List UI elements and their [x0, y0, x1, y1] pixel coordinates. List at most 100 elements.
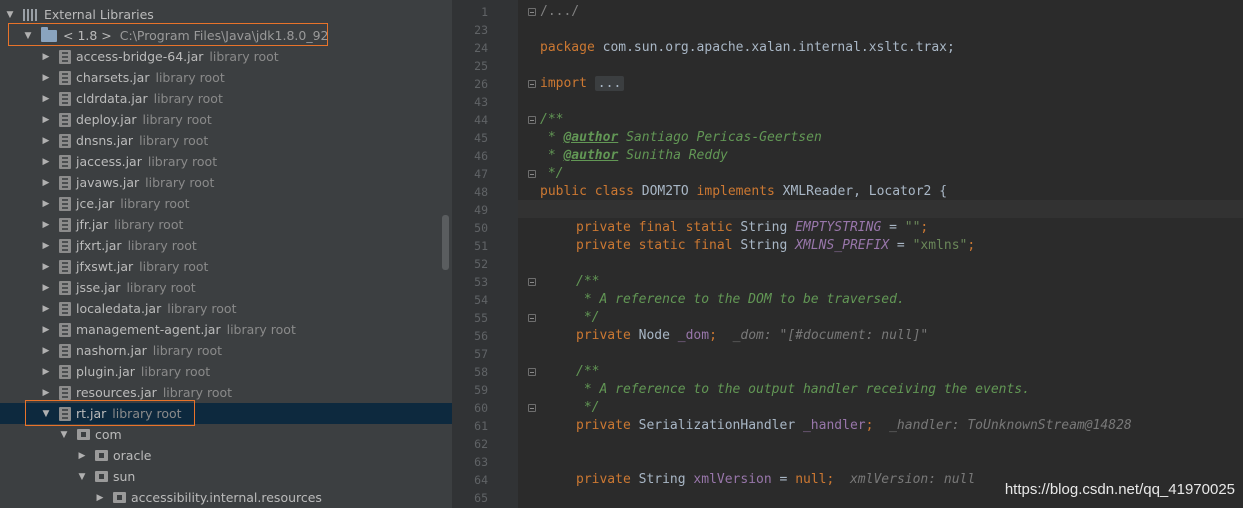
tree-jar-row[interactable]: ▶ resources.jar library root	[0, 382, 452, 403]
tree-jar-row[interactable]: ▶ javaws.jar library root	[0, 172, 452, 193]
jar-name: localedata.jar	[76, 301, 162, 316]
expand-arrow-icon[interactable]: ▼	[40, 409, 52, 419]
package-icon	[77, 429, 90, 440]
tree-jar-row[interactable]: ▶ cldrdata.jar library root	[0, 88, 452, 109]
folded-comment[interactable]: /.../	[540, 4, 579, 19]
tree-scrollbar[interactable]	[442, 215, 449, 270]
jar-name: javaws.jar	[76, 175, 140, 190]
field-name: _handler	[802, 418, 866, 433]
collapse-arrow-icon[interactable]: ▶	[40, 178, 52, 188]
expand-arrow-icon[interactable]: ▼	[4, 10, 16, 20]
tree-jar-row[interactable]: ▶ jaccess.jar library root	[0, 151, 452, 172]
collapse-arrow-icon[interactable]: ▶	[40, 220, 52, 230]
tree-jar-row[interactable]: ▶ access-bridge-64.jar library root	[0, 46, 452, 67]
doc-comment: /**	[540, 112, 564, 127]
tree-package-com[interactable]: ▼ com	[0, 424, 452, 445]
code-line-48: public class DOM2TO implements XMLReader…	[540, 183, 947, 201]
keyword: private	[576, 328, 631, 343]
code-line-59: * A reference to the output handler rece…	[576, 381, 1030, 399]
tree-jar-row[interactable]: ▶ jfxrt.jar library root	[0, 235, 452, 256]
tree-package-oracle[interactable]: ▶ oracle	[0, 445, 452, 466]
tree-jar-row[interactable]: ▶ localedata.jar library root	[0, 298, 452, 319]
project-tree: ▼ External Libraries ▼ < 1.8 > C:\Progra…	[0, 0, 452, 508]
semicolon: ;	[967, 238, 976, 253]
jar-icon	[59, 238, 71, 253]
collapse-arrow-icon[interactable]: ▶	[94, 493, 106, 503]
doc-comment: Sunitha Reddy	[618, 148, 728, 163]
collapse-arrow-icon[interactable]: ▶	[40, 346, 52, 356]
collapse-arrow-icon[interactable]: ▶	[40, 283, 52, 293]
tree-sdk-node[interactable]: ▼ < 1.8 > C:\Program Files\Java\jdk1.8.0…	[0, 25, 452, 46]
collapse-arrow-icon[interactable]: ▶	[40, 262, 52, 272]
collapse-arrow-icon[interactable]: ▶	[40, 241, 52, 251]
line-number: 54	[474, 293, 488, 307]
semicolon: ;	[826, 472, 835, 487]
collapse-arrow-icon[interactable]: ▶	[40, 94, 52, 104]
collapse-arrow-icon[interactable]: ▶	[40, 325, 52, 335]
doc-comment: */	[540, 166, 564, 181]
tree-jar-rt[interactable]: ▼ rt.jar library root	[0, 403, 452, 424]
line-number: 47	[474, 167, 488, 181]
tree-jar-row[interactable]: ▶ jce.jar library root	[0, 193, 452, 214]
tree-jar-row[interactable]: ▶ jsse.jar library root	[0, 277, 452, 298]
jar-icon	[59, 364, 71, 379]
tree-jar-row[interactable]: ▶ dnsns.jar library root	[0, 130, 452, 151]
doc-tag: @author	[563, 148, 619, 163]
collapse-arrow-icon[interactable]: ▶	[76, 451, 88, 461]
code-line-46: * @author Sunitha Reddy	[540, 147, 728, 165]
jar-kind: library root	[209, 49, 279, 64]
package-name: oracle	[113, 448, 152, 463]
type-name: Node	[630, 328, 678, 343]
collapse-arrow-icon[interactable]: ▶	[40, 304, 52, 314]
expand-arrow-icon[interactable]: ▼	[58, 430, 70, 440]
tree-jar-row[interactable]: ▶ management-agent.jar library root	[0, 319, 452, 340]
tree-jar-row[interactable]: ▶ jfr.jar library root	[0, 214, 452, 235]
fold-marker-icon[interactable]	[528, 170, 536, 178]
code-line-24: package com.sun.org.apache.xalan.interna…	[540, 39, 955, 57]
collapse-arrow-icon[interactable]: ▶	[40, 136, 52, 146]
fold-marker-icon[interactable]	[528, 404, 536, 412]
code-line-50: private final static String EMPTYSTRING …	[576, 219, 928, 237]
collapse-arrow-icon[interactable]: ▶	[40, 388, 52, 398]
line-number: 62	[474, 437, 488, 451]
line-number: 51	[474, 239, 488, 253]
collapse-arrow-icon[interactable]: ▶	[40, 199, 52, 209]
jar-name: charsets.jar	[76, 70, 150, 85]
type-name: String	[732, 238, 796, 253]
fold-marker-icon[interactable]	[528, 116, 536, 124]
tree-jar-row[interactable]: ▶ plugin.jar library root	[0, 361, 452, 382]
line-number: 58	[474, 365, 488, 379]
collapse-arrow-icon[interactable]: ▶	[40, 115, 52, 125]
jar-icon	[59, 385, 71, 400]
folded-imports[interactable]: ...	[594, 76, 625, 91]
expand-arrow-icon[interactable]: ▼	[22, 31, 34, 41]
package-name: com	[95, 427, 122, 442]
debug-inline-value: _dom: "[#document: null]"	[732, 328, 929, 343]
tree-jar-row[interactable]: ▶ jfxswt.jar library root	[0, 256, 452, 277]
fold-marker-icon[interactable]	[528, 8, 536, 16]
fold-marker-icon[interactable]	[528, 314, 536, 322]
sdk-label: < 1.8 >	[63, 28, 112, 43]
code-editor[interactable]: 1 23 24 25 26 43 44 45 46 47 48 49 50 51 52 53 54 55 56 57 5…	[452, 0, 1243, 508]
jar-kind: library root	[145, 175, 215, 190]
tree-external-libraries[interactable]: ▼ External Libraries	[0, 4, 452, 25]
collapse-arrow-icon[interactable]: ▶	[40, 52, 52, 62]
tree-jar-row[interactable]: ▶ charsets.jar library root	[0, 67, 452, 88]
tree-package-sun[interactable]: ▼ sun	[0, 466, 452, 487]
tree-jar-row[interactable]: ▶ nashorn.jar library root	[0, 340, 452, 361]
collapse-arrow-icon[interactable]: ▶	[40, 73, 52, 83]
fold-marker-icon[interactable]	[528, 368, 536, 376]
field-name: EMPTYSTRING	[795, 220, 882, 235]
collapse-arrow-icon[interactable]: ▶	[40, 157, 52, 167]
fold-marker-icon[interactable]	[528, 278, 536, 286]
line-number: 44	[474, 113, 488, 127]
watermark-url: https://blog.csdn.net/qq_41970025	[1004, 481, 1235, 498]
tree-jar-row[interactable]: ▶ deploy.jar library root	[0, 109, 452, 130]
collapse-arrow-icon[interactable]: ▶	[40, 367, 52, 377]
fold-marker-icon[interactable]	[528, 80, 536, 88]
package-icon	[95, 450, 108, 461]
tree-package-accessibility[interactable]: ▶ accessibility.internal.resources	[0, 487, 452, 508]
debug-inline-value: xmlVersion: null	[849, 472, 976, 487]
keyword: import	[540, 76, 587, 91]
expand-arrow-icon[interactable]: ▼	[76, 472, 88, 482]
